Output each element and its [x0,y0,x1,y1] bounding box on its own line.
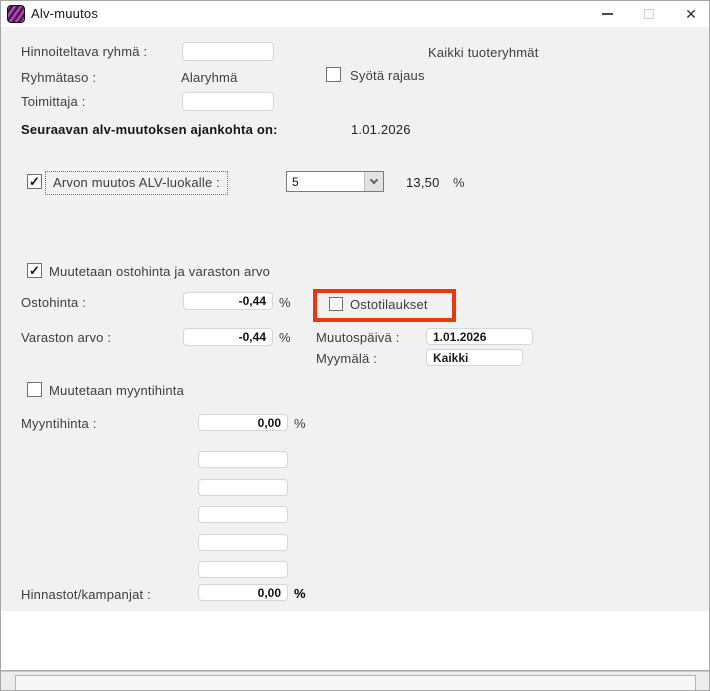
muutetaan-ostohinta-checkbox[interactable] [27,263,42,278]
ryhmataso-value: Alaryhmä [181,70,238,85]
price-extra-input-2[interactable] [198,479,288,496]
muutetaan-ostohinta-label: Muutetaan ostohinta ja varaston arvo [49,264,271,279]
alv-class-select[interactable]: 5 [286,171,384,192]
close-icon: ✕ [685,6,697,22]
ostotilaukset-checkbox[interactable] [329,297,343,311]
window-title: Alv-muutos [31,6,99,21]
hinnoiteltava-ryhma-input[interactable] [182,42,274,61]
ostohinta-input[interactable] [183,292,273,310]
chevron-down-icon [369,175,379,185]
ostotilaukset-label: Ostotilaukset [350,297,428,312]
myyntihinta-label: Myyntihinta : [21,416,97,431]
myymala-input[interactable] [426,349,523,366]
toimittaja-label: Toimittaja : [21,94,86,109]
price-extra-input-5[interactable] [198,561,288,578]
app-icon [7,5,25,23]
minimize-icon [601,13,613,15]
muutospaiva-input[interactable] [426,328,533,345]
seuraava-alv-muutos-date: 1.01.2026 [351,122,411,137]
button-strip: MUUTA F2 LISTA F3 POISTU F10 [1,611,709,670]
myyntihinta-input[interactable] [198,414,288,431]
syota-rajaus-checkbox[interactable] [326,67,341,82]
alv-percent-sign: % [453,175,465,190]
ryhmataso-label: Ryhmätaso : [21,70,97,85]
seuraava-alv-muutos-label: Seuraavan alv-muutoksen ajankohta on: [21,122,278,137]
alv-class-selected-value: 5 [292,175,299,189]
hinnoiteltava-ryhma-label: Hinnoiteltava ryhmä : [21,44,148,59]
arvon-muutos-alv-checkbox[interactable] [27,174,42,189]
muutetaan-myyntihinta-checkbox[interactable] [27,382,42,397]
price-extra-input-4[interactable] [198,534,288,551]
kaikki-tuoteryhmat-text: Kaikki tuoteryhmät [428,45,539,60]
varaston-percent-sign: % [279,330,291,345]
ostohinta-label: Ostohinta : [21,295,87,310]
title-bar: Alv-muutos ✕ [1,1,709,27]
hinnastot-percent-sign: % [294,586,306,601]
varaston-arvo-label: Varaston arvo : [21,330,112,345]
price-extra-input-1[interactable] [198,451,288,468]
syota-rajaus-label: Syötä rajaus [350,68,425,83]
maximize-icon [644,9,654,19]
toimittaja-input[interactable] [182,92,274,111]
price-extra-input-3[interactable] [198,506,288,523]
muutospaiva-label: Muutospäivä : [316,330,400,345]
hinnastot-kampanjat-input[interactable] [198,584,288,601]
minimize-button[interactable] [585,1,629,27]
status-bar [1,672,709,690]
close-button[interactable]: ✕ [669,1,709,27]
maximize-button [627,1,671,27]
status-panel [15,675,696,690]
arvon-muutos-alv-label[interactable]: Arvon muutos ALV-luokalle : [45,171,229,195]
alv-muutos-dialog: Alv-muutos ✕ Hinnoiteltava ryhmä : Kaikk… [0,0,710,691]
myymala-label: Myymälä : [316,351,378,366]
combo-dropdown-button[interactable] [364,172,383,191]
varaston-arvo-input[interactable] [183,328,273,346]
muutetaan-myyntihinta-label: Muutetaan myyntihinta [49,383,184,398]
ostohinta-percent-sign: % [279,295,291,310]
hinnastot-kampanjat-label: Hinnastot/kampanjat : [21,587,151,602]
alv-percent-value: 13,50 [406,175,440,190]
myyntihinta-percent-sign: % [294,416,306,431]
